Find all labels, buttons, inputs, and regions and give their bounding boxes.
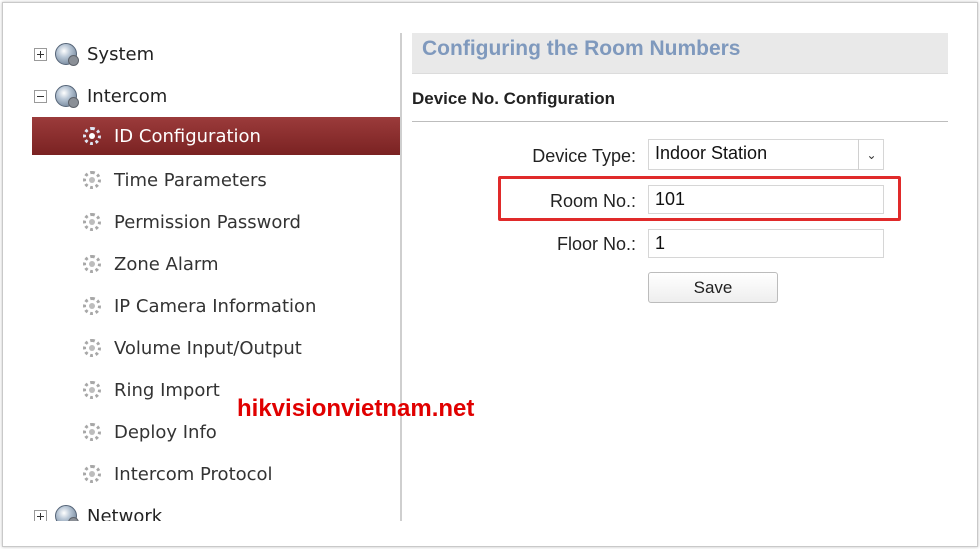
tree-item-label: ID Configuration bbox=[114, 125, 261, 147]
tree-item-intercom-protocol[interactable]: Intercom Protocol bbox=[32, 455, 400, 493]
globe-gear-icon bbox=[55, 505, 79, 521]
tree-item-label: Time Parameters bbox=[114, 169, 267, 191]
tree-item-label: Permission Password bbox=[114, 211, 301, 233]
tree-item-label: System bbox=[87, 43, 155, 65]
expand-icon[interactable] bbox=[34, 509, 47, 521]
tree-item-network[interactable]: Network bbox=[32, 497, 400, 521]
collapse-icon[interactable] bbox=[34, 89, 47, 103]
content-header: Configuring the Room Numbers bbox=[412, 33, 948, 74]
globe-gear-icon bbox=[55, 43, 79, 66]
expand-icon[interactable] bbox=[34, 47, 47, 61]
gear-icon bbox=[83, 255, 101, 273]
device-type-value: Indoor Station bbox=[655, 143, 768, 163]
tree-item-label: Network bbox=[87, 505, 163, 522]
save-button[interactable]: Save bbox=[648, 272, 778, 303]
tree-item-label: Intercom bbox=[87, 85, 168, 107]
tree-item-intercom[interactable]: Intercom bbox=[32, 77, 400, 115]
tree-item-id-configuration[interactable]: ID Configuration bbox=[32, 117, 400, 155]
tree-item-permission-password[interactable]: Permission Password bbox=[32, 203, 400, 241]
section-divider bbox=[412, 121, 948, 122]
tree-item-label: Deploy Info bbox=[114, 421, 217, 443]
gear-icon bbox=[83, 171, 101, 189]
navigation-tree: System Intercom ID Configuration Time Pa… bbox=[32, 33, 400, 521]
gear-icon bbox=[83, 127, 101, 145]
floor-no-label: Floor No.: bbox=[556, 234, 636, 254]
tree-item-label: Zone Alarm bbox=[114, 253, 219, 275]
tree-item-label: Intercom Protocol bbox=[114, 463, 273, 485]
tree-item-label: IP Camera Information bbox=[114, 295, 317, 317]
globe-gear-icon bbox=[55, 85, 79, 108]
section-title: Device No. Configuration bbox=[412, 89, 616, 108]
tree-item-label: Volume Input/Output bbox=[114, 337, 302, 359]
tree-item-label: Ring Import bbox=[114, 379, 220, 401]
floor-no-value: 1 bbox=[655, 233, 666, 253]
gear-icon bbox=[83, 465, 101, 483]
gear-icon bbox=[83, 297, 101, 315]
tree-item-zone-alarm[interactable]: Zone Alarm bbox=[32, 245, 400, 283]
watermark-text: hikvisionvietnam.net bbox=[237, 395, 475, 422]
chevron-down-icon[interactable]: ⌄ bbox=[858, 139, 884, 170]
page-title: Configuring the Room Numbers bbox=[422, 37, 741, 60]
highlight-annotation bbox=[498, 176, 901, 221]
gear-icon bbox=[83, 213, 101, 231]
tree-item-system[interactable]: System bbox=[32, 35, 400, 73]
panel-divider[interactable] bbox=[400, 33, 402, 521]
device-type-label: Device Type: bbox=[532, 146, 636, 166]
gear-icon bbox=[83, 339, 101, 357]
gear-icon bbox=[83, 381, 101, 399]
device-type-select[interactable]: Indoor Station bbox=[648, 139, 884, 170]
tree-item-ip-camera-information[interactable]: IP Camera Information bbox=[32, 287, 400, 325]
tree-item-time-parameters[interactable]: Time Parameters bbox=[32, 161, 400, 199]
tree-item-volume-input-output[interactable]: Volume Input/Output bbox=[32, 329, 400, 367]
gear-icon bbox=[83, 423, 101, 441]
floor-no-input[interactable]: 1 bbox=[648, 229, 884, 258]
